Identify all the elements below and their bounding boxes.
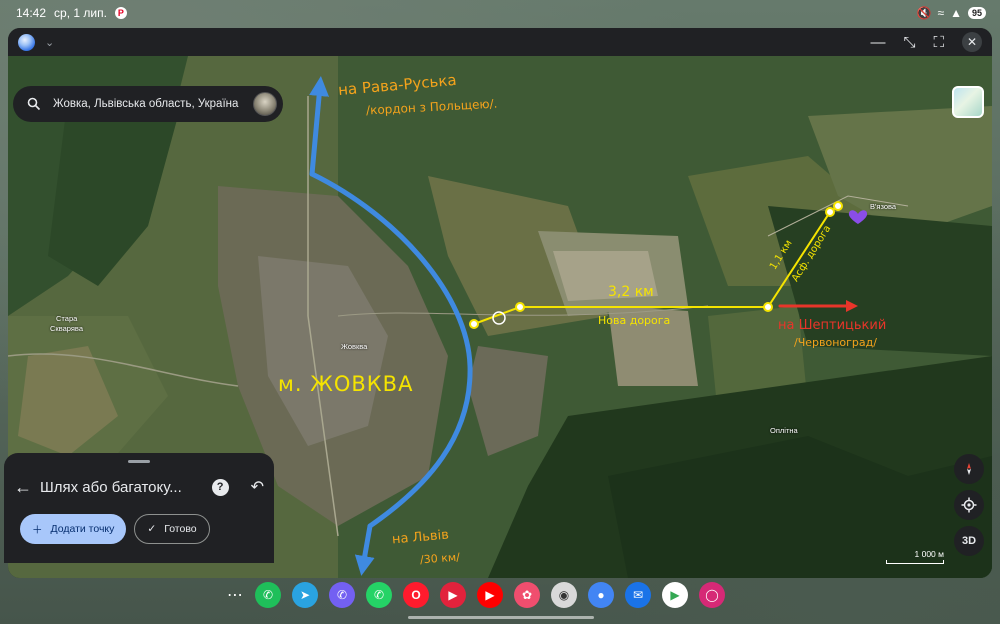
check-icon: ✓ [147, 523, 157, 535]
youtube-app-icon[interactable]: ▶ [477, 582, 503, 608]
map-style-button[interactable] [952, 86, 984, 118]
pinterest-notification-icon: P [114, 7, 127, 19]
status-time: 14:42 [16, 6, 47, 20]
google-earth-app-icon[interactable] [18, 33, 35, 51]
compass-button[interactable] [954, 454, 984, 484]
phone-app-icon[interactable]: ✆ [255, 582, 281, 608]
label-new-road: Нова дорога [598, 314, 671, 327]
home-gesture-bar[interactable] [408, 616, 594, 619]
avatar[interactable] [253, 92, 277, 116]
measure-sheet: ← Шлях або багатоку... ? ↶ ＋ Додати точк… [4, 453, 274, 563]
search-icon[interactable] [27, 97, 41, 111]
measure-point[interactable] [833, 201, 843, 211]
instagram-app-icon[interactable]: ◯ [699, 582, 725, 608]
resize-icon[interactable]: ⤡ [903, 34, 915, 51]
place-zhovkva-small: Жовква [341, 342, 368, 351]
wifi-icon: ≈ [937, 6, 945, 20]
place-skvaryava: Скварява [50, 324, 83, 333]
camera-app-icon[interactable]: ◉ [551, 582, 577, 608]
add-point-button[interactable]: ＋ Додати точку [20, 514, 127, 544]
sheet-drag-handle[interactable] [128, 460, 150, 463]
measure-point[interactable] [515, 302, 525, 312]
youtube-music-app-icon[interactable]: ▶ [440, 582, 466, 608]
compass-icon [967, 463, 971, 475]
label-chervonohrad: /Червоноград/ [794, 336, 877, 349]
whatsapp-app-icon[interactable]: ✆ [366, 582, 392, 608]
measure-point[interactable] [825, 207, 835, 217]
search-bar[interactable]: Жовка, Львівська область, Україна [13, 86, 283, 122]
telegram-app-icon[interactable]: ➤ [292, 582, 318, 608]
google-earth-dock-icon[interactable]: ● [588, 582, 614, 608]
measure-point[interactable] [763, 302, 773, 312]
play-store-app-icon[interactable]: ▶ [662, 582, 688, 608]
close-icon[interactable]: ✕ [962, 32, 982, 52]
undo-icon[interactable]: ↶ [251, 477, 264, 497]
place-vyazova: В'язова [870, 202, 897, 211]
taskbar-dock: ⋯ ✆ ➤ ✆ ✆ O ▶ ▶ ✿ ◉ ● ✉ ▶ ◯ [226, 579, 725, 611]
done-button[interactable]: ✓ Готово [134, 514, 210, 544]
opera-app-icon[interactable]: O [403, 582, 429, 608]
chevron-down-icon[interactable]: ⌄ [45, 36, 54, 49]
label-lviv-distance: /30 км/ [419, 550, 461, 567]
label-distance: 3,2 км [608, 284, 654, 300]
search-input[interactable]: Жовка, Львівська область, Україна [53, 98, 241, 110]
my-location-button[interactable] [954, 490, 984, 520]
label-zhovkva: м. ЖОВКВА [278, 372, 414, 396]
back-arrow-icon[interactable]: ← [14, 477, 40, 498]
help-icon[interactable]: ? [211, 478, 229, 496]
status-date: ср, 1 лип. [54, 6, 107, 20]
plus-icon: ＋ [32, 523, 43, 536]
scale-label: 1 000 м [914, 549, 944, 559]
place-oplitna: Оплітна [770, 426, 798, 435]
minimize-icon[interactable]: — [870, 34, 885, 51]
mute-icon: 🔇 [916, 6, 932, 20]
messages-app-icon[interactable]: ✉ [625, 582, 651, 608]
label-sheptytskyi: на Шептицький [778, 318, 887, 333]
status-bar: 14:42 ср, 1 лип. P 🔇 ≈ ▲ 95 [0, 0, 1000, 26]
add-point-label: Додати точку [50, 523, 115, 535]
signal-icon: ▲ [950, 6, 962, 20]
sheet-title: Шлях або багатоку... [40, 478, 182, 496]
viber-app-icon[interactable]: ✆ [329, 582, 355, 608]
3d-toggle-button[interactable]: 3D [954, 526, 984, 556]
place-stara: Стара [56, 314, 78, 323]
window-titlebar: ⌄ — ⤡ ⛶ ✕ [8, 28, 992, 56]
done-label: Готово [164, 523, 197, 535]
my-location-icon [961, 497, 977, 513]
battery-icon: 95 [967, 7, 986, 19]
gallery-app-icon[interactable]: ✿ [514, 582, 540, 608]
apps-grid-icon[interactable]: ⋯ [226, 585, 244, 605]
scale-indicator: 1 000 м [886, 549, 944, 564]
scale-bar [886, 560, 944, 564]
fullscreen-icon[interactable]: ⛶ [933, 34, 944, 51]
measure-point[interactable] [469, 319, 479, 329]
